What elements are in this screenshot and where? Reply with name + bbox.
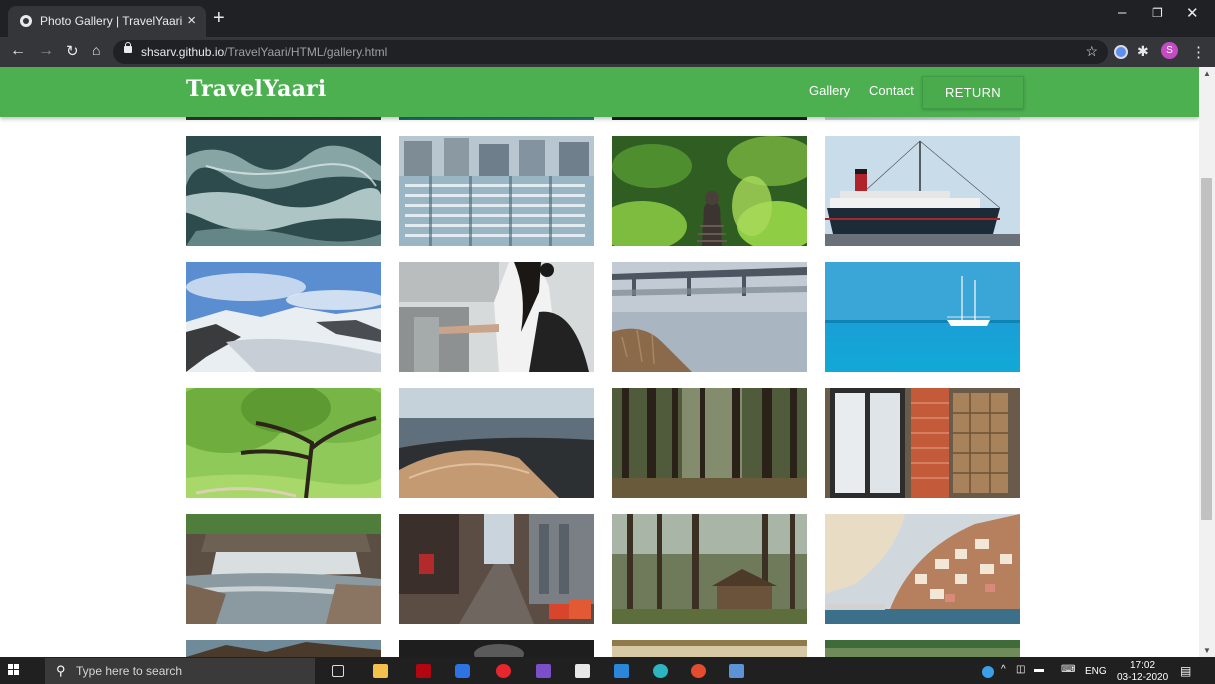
keyboard-icon[interactable]: ⌨ bbox=[1061, 664, 1075, 675]
puzzle-extensions-icon[interactable]: ✱ bbox=[1137, 43, 1149, 60]
search-icon: ⚲ bbox=[56, 663, 66, 678]
scrollbar-thumb[interactable] bbox=[1201, 178, 1212, 520]
browser-tab[interactable]: Photo Gallery | TravelYaari × bbox=[8, 6, 206, 37]
scroll-up-icon[interactable]: ▲ bbox=[1203, 69, 1211, 78]
netflix-icon[interactable] bbox=[416, 664, 431, 678]
gallery-photo-partial[interactable] bbox=[186, 640, 381, 657]
scroll-down-icon[interactable]: ▼ bbox=[1203, 646, 1211, 655]
gallery-photo-waterfall[interactable] bbox=[186, 514, 381, 624]
gallery-photo-partial[interactable] bbox=[825, 640, 1020, 657]
avatar[interactable]: S bbox=[1161, 42, 1178, 59]
return-button[interactable]: RETURN bbox=[922, 76, 1024, 109]
menu-dots-icon[interactable]: ⋮ bbox=[1191, 43, 1206, 61]
windows-start-icon[interactable] bbox=[8, 664, 20, 676]
home-icon[interactable]: ⌂ bbox=[92, 42, 100, 58]
new-tab-icon[interactable]: + bbox=[213, 7, 225, 30]
minimize-icon[interactable]: – bbox=[1118, 4, 1126, 21]
page-viewport: TravelYaari Gallery Contact RETURN bbox=[0, 67, 1199, 657]
help-icon[interactable] bbox=[982, 666, 994, 678]
extension-icon[interactable] bbox=[1114, 45, 1128, 59]
gallery-photo-coastal-village[interactable] bbox=[825, 514, 1020, 624]
notifications-icon[interactable]: ▤ bbox=[1180, 664, 1191, 678]
restore-icon[interactable]: ❐ bbox=[1152, 6, 1163, 20]
nav-contact-link[interactable]: Contact bbox=[869, 83, 914, 98]
url-text: shsarv.github.io/TravelYaari/HTML/galler… bbox=[141, 45, 388, 59]
gallery-photo-city-street[interactable] bbox=[399, 514, 594, 624]
gallery-photo-ocean-liner[interactable] bbox=[825, 136, 1020, 246]
notes-icon[interactable] bbox=[729, 664, 744, 678]
chevron-up-icon[interactable]: ^ bbox=[1001, 664, 1006, 675]
language-indicator[interactable]: ENG bbox=[1085, 666, 1107, 677]
gallery-photo-partial[interactable] bbox=[399, 640, 594, 657]
clock-time[interactable]: 17:02 bbox=[1130, 660, 1155, 671]
gallery-photo-buddha-plants[interactable] bbox=[612, 136, 807, 246]
mail-icon[interactable] bbox=[614, 664, 629, 678]
chrome-icon[interactable] bbox=[691, 664, 706, 678]
gallery-photo-glacier[interactable] bbox=[186, 262, 381, 372]
opera-icon[interactable] bbox=[496, 664, 511, 678]
app-icon[interactable] bbox=[536, 664, 551, 678]
gallery-photo-pine-forest[interactable] bbox=[612, 388, 807, 498]
gallery-photo-woman-turnstile[interactable] bbox=[399, 262, 594, 372]
edge-icon[interactable] bbox=[653, 664, 668, 678]
gallery-photo-partial[interactable] bbox=[612, 640, 807, 657]
gallery-photo-forest-cabin[interactable] bbox=[612, 514, 807, 624]
search-placeholder: Type here to search bbox=[76, 664, 183, 678]
site-header: TravelYaari Gallery Contact RETURN bbox=[0, 67, 1199, 117]
tab-title: Photo Gallery | TravelYaari bbox=[40, 14, 183, 28]
gallery-photo-city-buildings[interactable] bbox=[399, 136, 594, 246]
globe-icon bbox=[20, 15, 32, 27]
dropbox-icon[interactable] bbox=[455, 664, 470, 678]
browser-toolbar: ← → ↻ ⌂ shsarv.github.io/TravelYaari/HTM… bbox=[0, 37, 1215, 67]
gallery-photo-ocean-waves[interactable] bbox=[186, 136, 381, 246]
battery-icon[interactable]: ▬ bbox=[1034, 664, 1044, 675]
file-explorer-icon[interactable] bbox=[373, 664, 388, 678]
clock-date[interactable]: 03-12-2020 bbox=[1117, 672, 1168, 683]
window-close-icon[interactable]: ✕ bbox=[1186, 4, 1199, 22]
gallery-photo-river-bridge[interactable] bbox=[612, 262, 807, 372]
bookmark-star-icon[interactable]: ☆ bbox=[1085, 43, 1098, 60]
browser-tab-bar: Photo Gallery | TravelYaari × + – ❐ ✕ bbox=[0, 0, 1215, 37]
nav-gallery-link[interactable]: Gallery bbox=[809, 83, 850, 98]
store-icon[interactable] bbox=[575, 664, 590, 678]
forward-icon[interactable]: → bbox=[38, 42, 54, 60]
back-icon[interactable]: ← bbox=[10, 42, 26, 60]
gallery-photo-sailboat[interactable] bbox=[825, 262, 1020, 372]
reload-icon[interactable]: ↻ bbox=[66, 42, 79, 60]
lock-icon bbox=[124, 42, 132, 53]
address-bar[interactable]: shsarv.github.io/TravelYaari/HTML/galler… bbox=[113, 40, 1108, 64]
close-tab-icon[interactable]: × bbox=[187, 12, 196, 29]
network-icon[interactable]: ◫ bbox=[1016, 664, 1025, 675]
gallery-photo-brick-wall[interactable] bbox=[825, 388, 1020, 498]
taskbar-search-box[interactable]: ⚲ Type here to search bbox=[45, 658, 315, 684]
brand-logo[interactable]: TravelYaari bbox=[186, 76, 326, 102]
gallery-photo-oak-tree[interactable] bbox=[186, 388, 381, 498]
gallery-photo-aerial-coast[interactable] bbox=[399, 388, 594, 498]
task-view-icon[interactable] bbox=[332, 665, 344, 677]
